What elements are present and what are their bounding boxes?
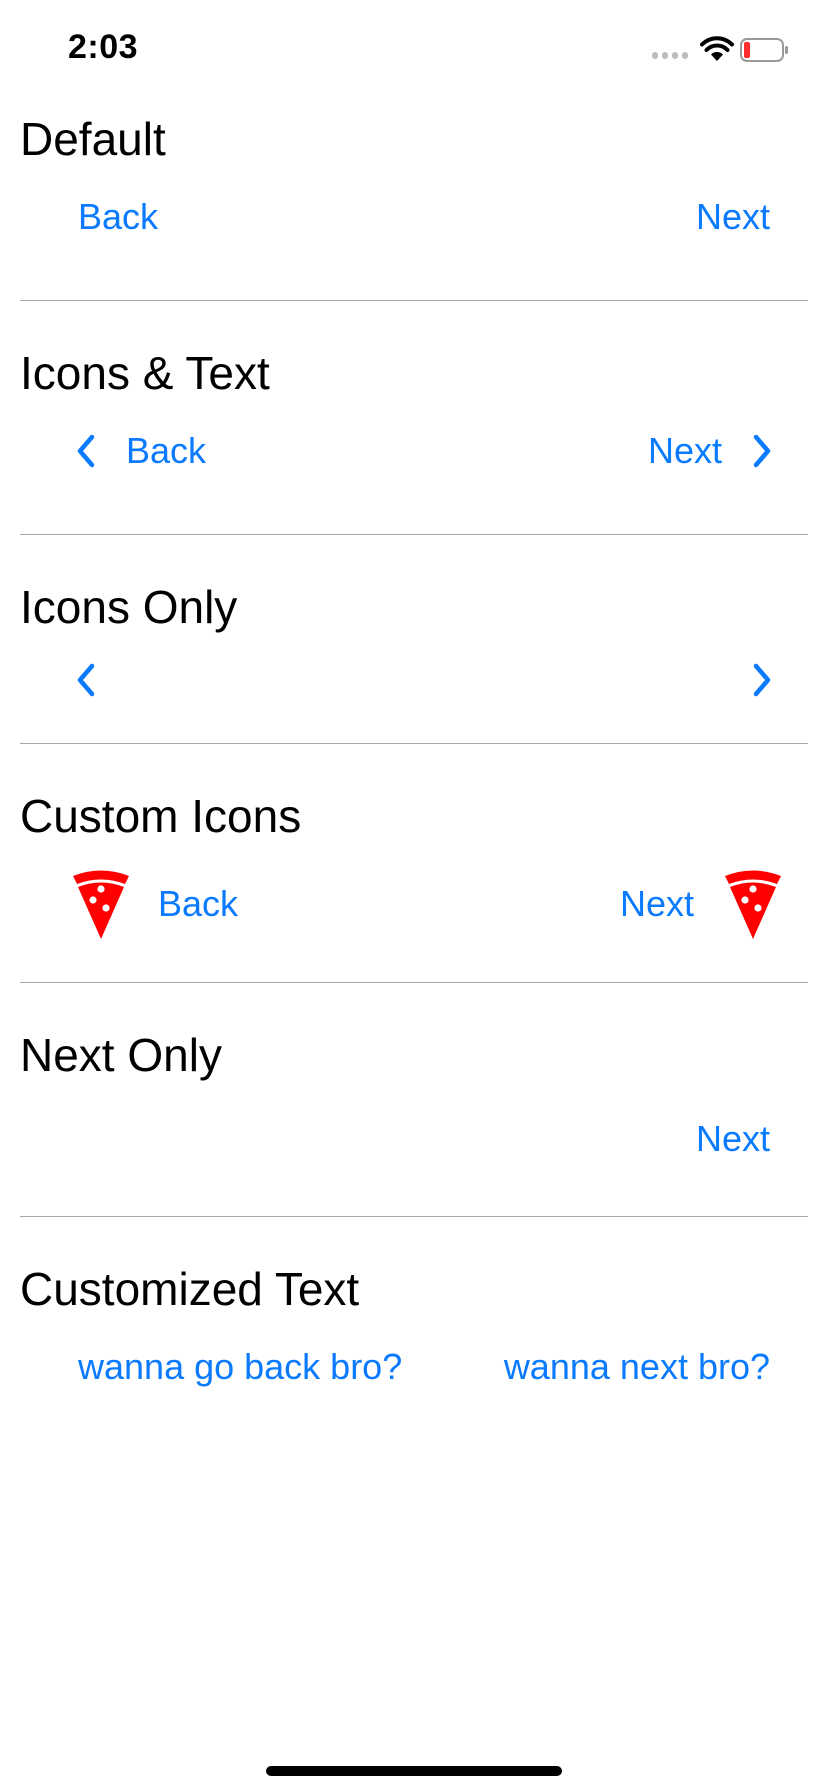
home-indicator[interactable] [266,1766,562,1776]
section-title: Default [20,113,166,165]
wifi-icon [700,36,734,61]
next-label: Next [647,430,722,471]
section-title: Next Only [20,1029,222,1081]
pizza-slice-icon [725,870,781,939]
divider [20,300,808,301]
button-row [20,660,808,704]
button-row: wanna go back bro? wanna next bro? [20,1346,808,1398]
pizza-slice-icon [73,870,129,939]
next-button[interactable] [746,660,776,700]
section-title: Custom Icons [20,790,302,842]
next-label: Next [619,883,694,924]
divider [20,534,808,535]
divider [20,1216,808,1217]
next-button[interactable]: Next [696,196,770,238]
back-label: wanna go back bro? [78,1346,403,1387]
back-label: Back [158,883,239,924]
section-next-only: Next Only Next [20,1012,808,1212]
next-button[interactable]: Next [620,867,784,941]
chevron-right-icon [753,663,771,697]
button-row: Back Next [20,867,808,941]
button-row: Back Next [20,196,808,248]
next-button[interactable]: Next [648,430,776,472]
cellular-signal-icon [652,52,688,59]
chevron-left-icon [77,434,95,468]
section-icons-and-text: Icons & Text Back Next [20,330,808,530]
battery-icon [740,38,788,62]
section-title: Customized Text [20,1263,360,1315]
chevron-left-icon [77,663,95,697]
chevron-right-icon [753,434,771,468]
section-title: Icons Only [20,581,238,633]
next-label: Next [695,196,770,237]
back-label: Back [126,430,207,471]
section-custom-icons: Custom Icons Back Next [20,773,808,973]
next-label: wanna next bro? [503,1346,770,1387]
section-title: Icons & Text [20,347,270,399]
divider [20,982,808,983]
back-label: Back [78,196,159,237]
section-customized-text: Customized Text wanna go back bro? wanna… [20,1246,808,1446]
next-button[interactable]: Next [696,1118,770,1160]
section-icons-only: Icons Only [20,564,808,734]
button-row: Next [20,1118,808,1170]
next-label: Next [695,1118,770,1159]
back-button[interactable]: Back [78,196,158,238]
section-default: Default Back Next [20,96,808,296]
back-button[interactable]: Back [72,430,206,472]
back-button[interactable] [72,660,102,700]
status-time: 2:03 [68,28,139,66]
next-button[interactable]: wanna next bro? [504,1346,770,1388]
back-button[interactable]: wanna go back bro? [78,1346,402,1388]
back-button[interactable]: Back [70,867,238,941]
status-bar: 2:03 [0,0,828,100]
button-row: Back Next [20,430,808,482]
divider [20,743,808,744]
